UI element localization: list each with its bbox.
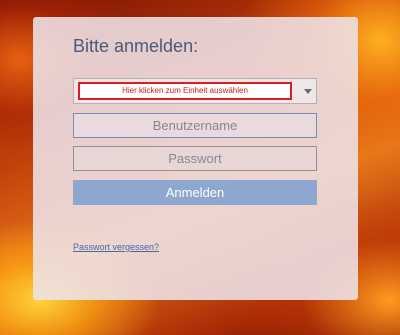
unit-select-label[interactable]: Hier klicken zum Einheit auswählen xyxy=(78,82,292,100)
login-panel: Bitte anmelden: Hier klicken zum Einheit… xyxy=(33,17,358,300)
forgot-password-link[interactable]: Passwort vergessen? xyxy=(73,242,159,252)
unit-select[interactable]: Hier klicken zum Einheit auswählen xyxy=(73,78,317,104)
login-title: Bitte anmelden: xyxy=(73,36,199,56)
password-input[interactable]: Passwort xyxy=(73,146,317,171)
login-button[interactable]: Anmelden xyxy=(73,180,317,205)
username-input[interactable]: Benutzername xyxy=(73,113,317,138)
chevron-down-icon[interactable] xyxy=(304,89,312,94)
